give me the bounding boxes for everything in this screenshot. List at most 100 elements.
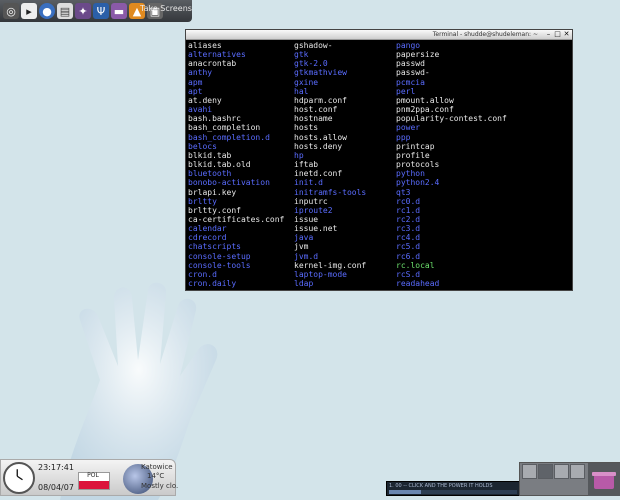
ls-entry: belocs: [188, 141, 217, 151]
media-player-strip[interactable]: 1. 00 -- CLICK AND THE POWER IT HOLDS: [386, 481, 522, 496]
ls-entry: rcS.d: [396, 269, 421, 279]
terminal-window[interactable]: Terminal - shudde@shudeleman: ~ – □ ✕ al…: [185, 29, 573, 291]
ls-entry: jvm.d: [294, 251, 319, 261]
ls-entry: ldap: [294, 279, 314, 289]
ls-entry: at.deny: [188, 95, 222, 105]
ls-entry: profile: [396, 150, 430, 160]
desktop-2[interactable]: [538, 464, 553, 479]
trash-icon[interactable]: [588, 463, 620, 496]
maximize-button[interactable]: □: [554, 31, 561, 38]
launcher-panel: ◎ ▸ ● ▤ ✦ Ψ ▬ ▲ ▣ Take Screens: [0, 0, 192, 22]
ls-entry: hal: [294, 86, 309, 96]
ls-entry: hp: [294, 150, 304, 160]
gnome-foot-icon[interactable]: ◎: [3, 3, 19, 19]
ls-entry: hosts: [294, 123, 319, 133]
ls-entry: brltty.conf: [188, 205, 241, 215]
ls-entry: qt3: [396, 187, 411, 197]
ls-entry: console-setup: [188, 251, 251, 261]
ls-column-2: gshadow-gtk gtk-2.0 gtkmathview gxine hal hdp…: [294, 41, 366, 288]
ls-entry: pnm2ppa.conf: [396, 105, 454, 115]
ls-entry: initramfs-tools: [294, 187, 367, 197]
ls-column-1: aliases alternatives anacrontab anthy apm apt…: [188, 41, 284, 288]
ls-entry: gtkmathview: [294, 68, 347, 78]
weather-temperature: 14°C: [147, 472, 165, 480]
analog-clock-icon[interactable]: [3, 462, 35, 494]
ls-entry: aliases: [188, 41, 222, 50]
ls-entry: printcap: [396, 141, 435, 151]
ls-entry: hosts.allow: [294, 132, 347, 142]
ls-entry: papersize: [396, 50, 440, 60]
ls-entry: bash.bashrc: [188, 114, 241, 124]
ls-entry: inetd.conf: [294, 169, 343, 179]
ls-entry: hdparm.conf: [294, 95, 347, 105]
ls-entry: power: [396, 123, 421, 133]
close-button[interactable]: ✕: [563, 31, 570, 38]
weather-location: Katowice: [141, 463, 173, 471]
ls-entry: iproute2: [294, 205, 333, 215]
ls-entry: python2.4: [396, 178, 440, 188]
ls-entry: brlapi.key: [188, 187, 237, 197]
ls-entry: java: [294, 233, 314, 243]
ls-entry: bluetooth: [188, 169, 232, 179]
media-track-title: 1. 00 -- CLICK AND THE POWER IT HOLDS: [389, 483, 493, 489]
document-icon[interactable]: ▤: [57, 3, 73, 19]
ls-entry: rc6.d: [396, 251, 421, 261]
ls-entry: gxine: [294, 77, 319, 87]
desktop-1[interactable]: [522, 464, 537, 479]
ls-entry: rc3.d: [396, 224, 421, 234]
media-icon[interactable]: ▬: [111, 3, 127, 19]
clock-time: 23:17:41: [38, 463, 74, 472]
ls-entry: rc1.d: [396, 205, 421, 215]
ls-entry: init.d: [294, 178, 323, 188]
ls-entry: rc5.d: [396, 242, 421, 252]
ls-entry: ca-certificates.conf: [188, 214, 285, 224]
ls-entry: rc2.d: [396, 214, 421, 224]
ls-entry: cron.d: [188, 269, 217, 279]
ls-entry: inputrc: [294, 196, 328, 206]
ls-entry: host.conf: [294, 105, 338, 115]
desktop-3[interactable]: [554, 464, 569, 479]
ls-entry: anacrontab: [188, 59, 237, 69]
wand-icon[interactable]: ✦: [75, 3, 91, 19]
ls-entry: gtk-2.0: [294, 59, 328, 69]
workspace-pager: [519, 462, 620, 496]
ls-entry: jvm: [294, 242, 309, 252]
ls-entry: pango: [396, 41, 421, 50]
weather-condition: Mostly clo.: [141, 482, 179, 490]
ls-entry: apm: [188, 77, 203, 87]
ls-entry: gshadow-: [294, 41, 333, 50]
ls-entry: gtk: [294, 50, 309, 60]
keyboard-layout-label: POL: [87, 472, 99, 479]
ls-entry: rc0.d: [396, 196, 421, 206]
ls-entry: chatscripts: [188, 242, 241, 252]
ls-entry: passwd-: [396, 68, 430, 78]
take-screenshot-label[interactable]: Take Screens: [140, 4, 192, 13]
media-progress-bar[interactable]: [389, 490, 517, 494]
terminal-titlebar[interactable]: Terminal - shudde@shudeleman: ~ – □ ✕: [186, 30, 572, 40]
ls-entry: alternatives: [188, 50, 246, 60]
ls-entry: avahi: [188, 105, 213, 115]
terminal-icon[interactable]: ▸: [21, 3, 37, 19]
ls-entry: python: [396, 169, 425, 179]
terminal-output[interactable]: aliases alternatives anacrontab anthy apm apt…: [188, 41, 570, 290]
ls-entry: pcmcia: [396, 77, 425, 87]
ls-entry: rc.local: [396, 260, 435, 270]
ls-entry: pmount.allow: [396, 95, 454, 105]
media-progress-fill: [389, 490, 421, 494]
ls-entry: perl: [396, 86, 416, 96]
psi-icon[interactable]: Ψ: [93, 3, 109, 19]
desktop-4[interactable]: [570, 464, 585, 479]
ls-entry: blkid.tab: [188, 150, 232, 160]
ls-entry: passwd: [396, 59, 425, 69]
ls-entry: apt: [188, 86, 203, 96]
ls-entry: ppp: [396, 132, 411, 142]
ls-entry: anthy: [188, 68, 213, 78]
ls-entry: iftab: [294, 160, 319, 170]
ls-entry: cdrecord: [188, 233, 227, 243]
ls-entry: protocols: [396, 160, 440, 170]
ls-column-3: pango papersize passwd passwd-pcmcia perl pmo…: [396, 41, 507, 288]
minimize-button[interactable]: –: [545, 31, 552, 38]
globe-icon[interactable]: ●: [39, 3, 55, 19]
ls-entry: issue.net: [294, 224, 338, 234]
ls-entry: calendar: [188, 224, 227, 234]
